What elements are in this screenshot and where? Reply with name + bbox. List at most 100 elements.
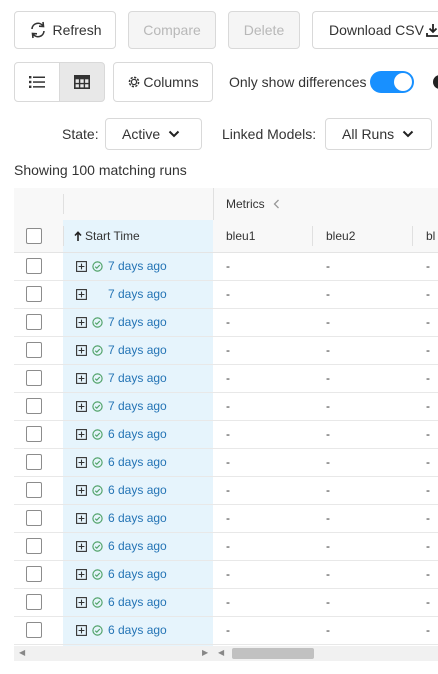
start-time-link[interactable]: 6 days ago [108, 455, 167, 469]
plus-square-icon[interactable] [76, 288, 87, 300]
refresh-button[interactable]: Refresh [14, 11, 116, 49]
columns-label: Columns [143, 74, 199, 90]
row-checkbox[interactable] [26, 420, 42, 448]
scroll-left-arrow[interactable]: ◀ [19, 648, 25, 657]
start-time-link[interactable]: 7 days ago [108, 287, 167, 301]
plus-square-icon[interactable] [76, 372, 87, 384]
start-time-link[interactable]: 6 days ago [108, 623, 167, 637]
list-view-button[interactable] [14, 62, 60, 102]
start-time-link[interactable]: 6 days ago [108, 511, 167, 525]
arrow-up-icon [74, 230, 82, 241]
bleu2-cell: - [326, 315, 330, 329]
row-checkbox[interactable] [26, 476, 42, 504]
list-icon [29, 76, 45, 88]
toggle-partial[interactable] [433, 75, 438, 89]
table-row[interactable]: 6 days ago - - - [14, 532, 438, 561]
start-time-cell: 6 days ago [76, 420, 167, 448]
table-row[interactable]: 6 days ago - - - [14, 504, 438, 533]
horizontal-scrollbar[interactable]: ◀ ▶ ◀ [14, 646, 438, 661]
bleu3-cell: - [426, 455, 430, 469]
start-time-link[interactable]: 7 days ago [108, 371, 167, 385]
row-checkbox[interactable] [26, 392, 42, 420]
scroll-left-arrow-main[interactable]: ◀ [218, 648, 224, 657]
row-checkbox[interactable] [26, 532, 42, 560]
plus-square-icon[interactable] [76, 400, 87, 412]
plus-square-icon[interactable] [76, 456, 87, 468]
table-row[interactable]: 7 days ago - - - [14, 364, 438, 393]
table-row[interactable]: 6 days ago - - - [14, 476, 438, 505]
table-row[interactable]: 7 days ago - - - [14, 280, 438, 309]
row-checkbox[interactable] [26, 504, 42, 532]
row-checkbox[interactable] [26, 252, 42, 280]
bleu3-cell: - [426, 427, 430, 441]
table-view-button[interactable] [59, 62, 105, 102]
column-group-header: Metrics [14, 188, 438, 221]
table-row[interactable]: 6 days ago - - - [14, 420, 438, 449]
metrics-group-header[interactable]: Metrics [226, 188, 280, 220]
start-time-link[interactable]: 7 days ago [108, 343, 167, 357]
bleu3-header[interactable]: bl [426, 220, 435, 252]
check-circle-icon [92, 344, 103, 356]
table-row[interactable]: 6 days ago - - - [14, 588, 438, 617]
row-checkbox[interactable] [26, 448, 42, 476]
linked-models-label: Linked Models: [222, 126, 317, 142]
bleu2-header[interactable]: bleu2 [326, 220, 355, 252]
row-checkbox[interactable] [26, 280, 42, 308]
plus-square-icon[interactable] [76, 624, 87, 636]
plus-square-icon[interactable] [76, 540, 87, 552]
state-select[interactable]: Active [105, 118, 202, 150]
bleu1-cell: - [226, 567, 230, 581]
row-checkbox[interactable] [26, 616, 42, 644]
plus-square-icon[interactable] [76, 344, 87, 356]
start-time-link[interactable]: 7 days ago [108, 399, 167, 413]
plus-square-icon[interactable] [76, 568, 87, 580]
scroll-right-arrow-pinned[interactable]: ▶ [202, 648, 208, 657]
start-time-header[interactable]: Start Time [74, 220, 140, 252]
scrollbar-thumb[interactable] [232, 648, 314, 659]
start-time-link[interactable]: 7 days ago [108, 315, 167, 329]
row-checkbox[interactable] [26, 560, 42, 588]
columns-button[interactable]: Columns [113, 62, 213, 102]
start-time-link[interactable]: 6 days ago [108, 567, 167, 581]
bleu3-cell: - [426, 567, 430, 581]
start-time-link[interactable]: 7 days ago [108, 259, 167, 273]
start-time-cell: 6 days ago [76, 532, 167, 560]
row-checkbox[interactable] [26, 336, 42, 364]
select-all-checkbox[interactable] [26, 220, 42, 252]
state-value: Active [122, 126, 161, 142]
row-checkbox[interactable] [26, 588, 42, 616]
table-row[interactable]: 7 days ago - - - [14, 252, 438, 281]
table-row[interactable]: 6 days ago - - - [14, 448, 438, 477]
start-time-link[interactable]: 6 days ago [108, 539, 167, 553]
plus-square-icon[interactable] [76, 316, 87, 328]
plus-square-icon[interactable] [76, 512, 87, 524]
start-time-cell: 7 days ago [76, 308, 167, 336]
start-time-link[interactable]: 6 days ago [108, 595, 167, 609]
bleu3-cell: - [426, 259, 430, 273]
start-time-cell: 6 days ago [76, 448, 167, 476]
plus-square-icon[interactable] [76, 596, 87, 608]
check-circle-icon [92, 624, 103, 636]
table-row[interactable]: 6 days ago - - - [14, 616, 438, 645]
bleu2-cell: - [326, 259, 330, 273]
linked-models-select[interactable]: All Runs [325, 118, 432, 150]
only-diff-toggle[interactable] [370, 71, 414, 93]
table-row[interactable]: 7 days ago - - - [14, 392, 438, 421]
chevron-left-icon[interactable] [273, 199, 280, 209]
bleu1-header[interactable]: bleu1 [226, 220, 255, 252]
start-time-link[interactable]: 6 days ago [108, 427, 167, 441]
start-time-link[interactable]: 6 days ago [108, 483, 167, 497]
download-csv-button[interactable]: Download CSV [312, 11, 438, 49]
table-row[interactable]: 7 days ago - - - [14, 336, 438, 365]
row-checkbox[interactable] [26, 308, 42, 336]
plus-square-icon[interactable] [76, 260, 87, 272]
bleu1-cell: - [226, 287, 230, 301]
table-row[interactable]: 7 days ago - - - [14, 308, 438, 337]
table-row[interactable]: 6 days ago - - - [14, 560, 438, 589]
delete-button[interactable]: Delete [228, 11, 300, 49]
plus-square-icon[interactable] [76, 484, 87, 496]
compare-button[interactable]: Compare [128, 11, 216, 49]
row-checkbox[interactable] [26, 364, 42, 392]
metrics-group-label: Metrics [226, 197, 265, 211]
plus-square-icon[interactable] [76, 428, 87, 440]
